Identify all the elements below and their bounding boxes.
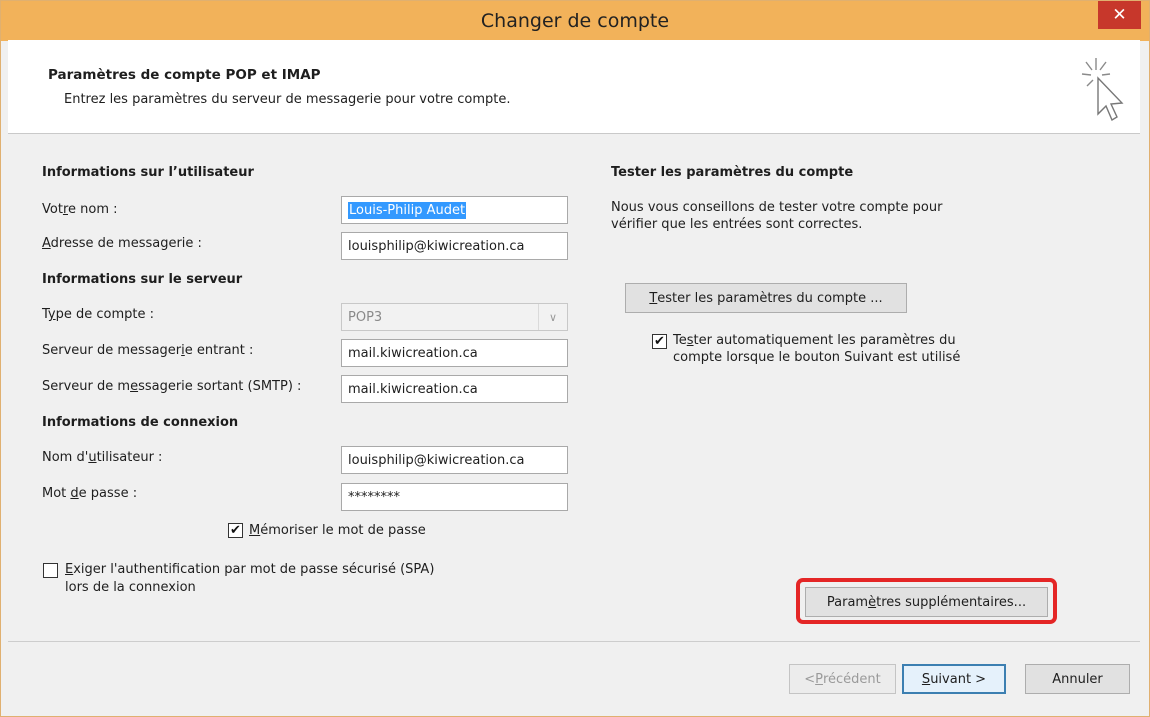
name-field[interactable]: Louis-Philip Audet xyxy=(341,196,568,224)
dialog-header: Paramètres de compte POP et IMAP Entrez … xyxy=(8,40,1140,134)
highlight-annotation xyxy=(796,578,1057,624)
spa-checkbox[interactable] xyxy=(43,563,58,578)
auto-test-label-line2: compte lorsque le bouton Suivant est uti… xyxy=(673,350,961,365)
username-field[interactable]: louisphilip@kiwicreation.ca xyxy=(341,446,568,474)
test-settings-button[interactable]: Tester les paramètres du compte ... xyxy=(625,283,907,313)
account-type-label: Type de compte : xyxy=(42,307,155,322)
outgoing-server-field[interactable]: mail.kiwicreation.ca xyxy=(341,375,568,403)
auto-test-checkbox[interactable]: ✔ xyxy=(652,334,667,349)
close-button[interactable]: ✕ xyxy=(1098,1,1141,29)
test-heading: Tester les paramètres du compte xyxy=(611,165,854,180)
login-info-heading: Informations de connexion xyxy=(42,415,239,430)
cancel-button[interactable]: Annuler xyxy=(1025,664,1130,694)
chevron-down-icon: ∨ xyxy=(538,304,567,330)
password-field[interactable]: ******** xyxy=(341,483,568,511)
name-value: Louis-Philip Audet xyxy=(348,201,467,219)
user-info-heading: Informations sur l’utilisateur xyxy=(42,165,254,180)
previous-button[interactable]: < Précédent xyxy=(789,664,896,694)
next-button[interactable]: Suivant > xyxy=(902,664,1006,694)
spa-label-line2: lors de la connexion xyxy=(65,580,196,595)
window-title: Changer de compte xyxy=(480,10,670,32)
remember-password-label: Mémoriser le mot de passe xyxy=(249,523,426,538)
auto-test-label-line1: Tester automatiquement les paramètres du xyxy=(673,333,956,348)
incoming-server-field[interactable]: mail.kiwicreation.ca xyxy=(341,339,568,367)
email-label: Adresse de messagerie : xyxy=(42,236,202,251)
email-field[interactable]: louisphilip@kiwicreation.ca xyxy=(341,232,568,260)
username-label: Nom d'utilisateur : xyxy=(42,450,163,465)
test-description-line1: Nous vous conseillons de tester votre co… xyxy=(611,200,943,215)
footer-divider xyxy=(8,641,1140,642)
header-title: Paramètres de compte POP et IMAP xyxy=(48,67,321,83)
header-subtitle: Entrez les paramètres du serveur de mess… xyxy=(64,92,511,107)
close-icon: ✕ xyxy=(1112,5,1127,25)
cursor-sparkle-icon xyxy=(1081,58,1124,122)
spa-label-line1: Exiger l'authentification par mot de pas… xyxy=(65,562,435,577)
account-type-select: POP3 ∨ xyxy=(341,303,568,331)
remember-password-checkbox[interactable]: ✔ xyxy=(228,523,243,538)
outgoing-server-label: Serveur de messagerie sortant (SMTP) : xyxy=(42,379,302,394)
incoming-server-label: Serveur de messagerie entrant : xyxy=(42,343,254,358)
test-description-line2: vérifier que les entrées sont correctes. xyxy=(611,217,863,232)
name-label: Votre nom : xyxy=(42,202,118,217)
title-bar[interactable]: Changer de compte xyxy=(1,1,1149,41)
server-info-heading: Informations sur le serveur xyxy=(42,272,243,287)
account-type-value: POP3 xyxy=(348,309,383,325)
password-label: Mot de passe : xyxy=(42,486,138,501)
